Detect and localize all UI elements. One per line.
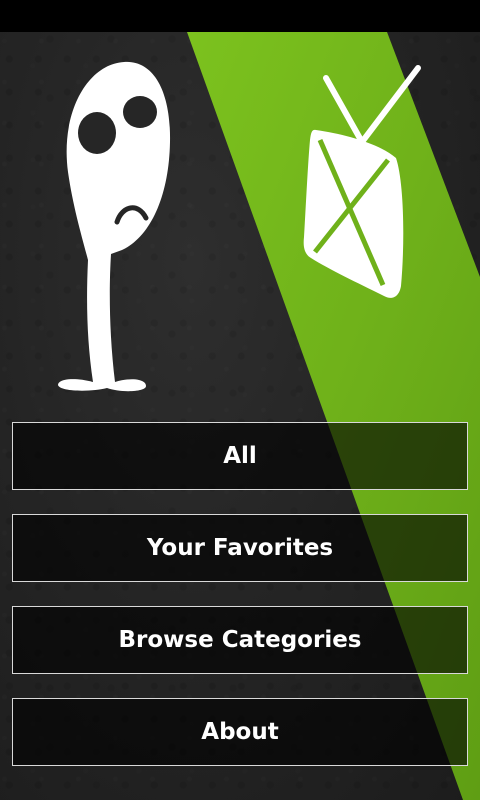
tv-icon [303, 65, 421, 298]
about-button[interactable]: About [12, 698, 468, 766]
status-bar [0, 0, 480, 32]
main-menu: All Your Favorites Browse Categories Abo… [12, 422, 468, 790]
app-logo-illustration [58, 61, 421, 392]
browse-categories-button[interactable]: Browse Categories [12, 606, 468, 674]
your-favorites-button[interactable]: Your Favorites [12, 514, 468, 582]
all-button[interactable]: All [12, 422, 468, 490]
main-menu-screen: All Your Favorites Browse Categories Abo… [0, 32, 480, 800]
sad-alien-icon [58, 61, 171, 392]
